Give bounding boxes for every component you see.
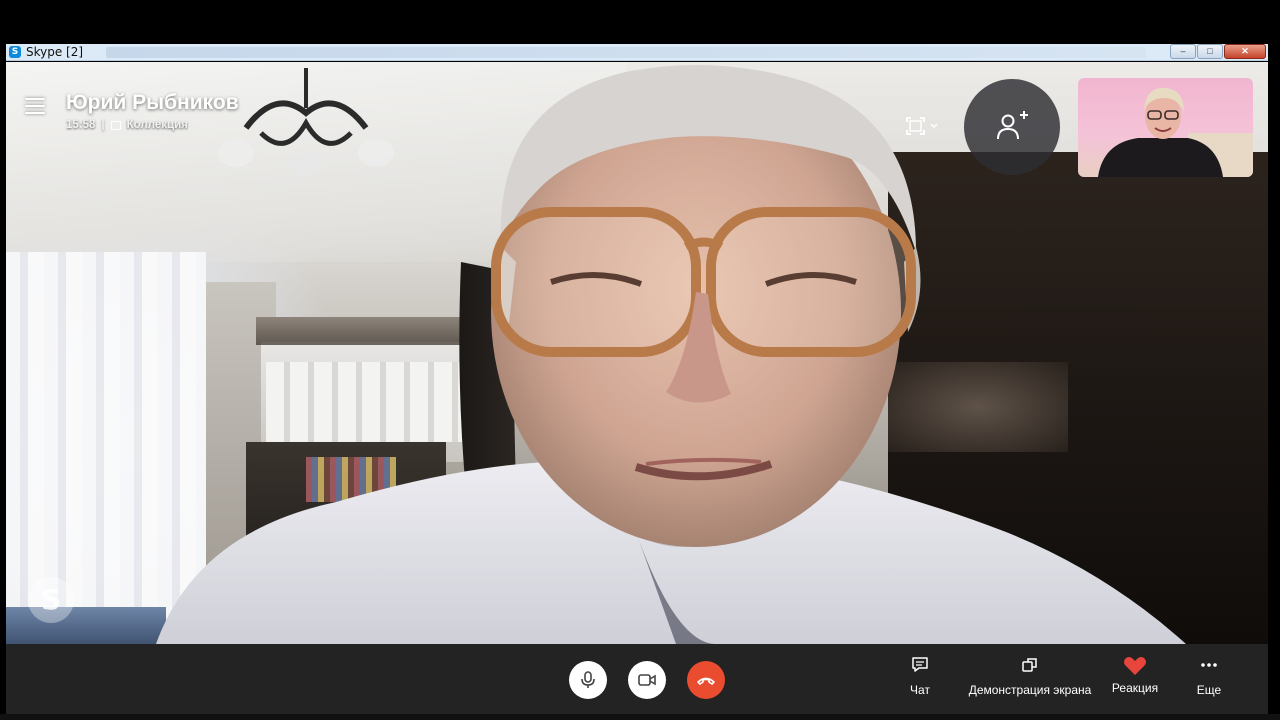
contact-name: Юрий Рыбников — [66, 91, 239, 114]
window-titlebar: S Skype [2] – □ ✕ — [6, 44, 1268, 61]
self-video-preview[interactable] — [1078, 78, 1253, 177]
screen-frame: S Skype [2] – □ ✕ Юрий Рыбников 15:58 | … — [0, 0, 1280, 720]
call-controls-bar: Чат Демонстрация экрана Реакция Еще — [6, 644, 1268, 714]
share-screen-label: Демонстрация экрана — [968, 683, 1092, 697]
sofa — [6, 607, 166, 644]
add-person-icon — [997, 111, 1028, 140]
fullscreen-button[interactable] — [904, 116, 944, 138]
subline-separator: | — [101, 119, 105, 131]
more-label: Еще — [1196, 683, 1222, 697]
background-taskbar-strip — [106, 47, 1146, 58]
add-person-button[interactable] — [964, 79, 1060, 175]
end-call-button[interactable] — [687, 661, 725, 699]
gallery-link[interactable]: Коллекция — [127, 119, 188, 131]
microphone-icon — [581, 671, 595, 688]
self-person — [1098, 87, 1253, 177]
more-button[interactable]: Еще — [1194, 656, 1224, 697]
remote-video-feed: Юрий Рыбников 15:58 | Коллекция S — [6, 62, 1268, 644]
share-screen-icon — [1022, 658, 1037, 672]
end-call-icon — [697, 677, 715, 685]
more-icon — [1201, 663, 1217, 667]
minimize-button[interactable]: – — [1170, 44, 1196, 59]
window-controls: – □ ✕ — [1170, 44, 1266, 60]
maximize-button[interactable]: □ — [1197, 44, 1223, 59]
call-subline: 15:58 | Коллекция — [66, 119, 188, 131]
camera-button[interactable] — [628, 661, 666, 699]
reaction-button[interactable]: Реакция — [1110, 656, 1160, 695]
menu-hamburger-icon[interactable] — [25, 98, 45, 114]
chat-icon — [912, 657, 928, 672]
video-camera-icon — [638, 674, 656, 686]
skype-app-icon: S — [9, 46, 21, 58]
fullscreen-icon — [906, 117, 938, 135]
chat-button[interactable]: Чат — [906, 656, 934, 697]
bottom-border — [0, 714, 1280, 720]
skype-watermark-logo: S — [28, 577, 74, 623]
reaction-label: Реакция — [1111, 681, 1159, 695]
gallery-icon — [110, 120, 121, 130]
share-screen-button[interactable]: Демонстрация экрана — [966, 656, 1094, 697]
close-button[interactable]: ✕ — [1224, 44, 1266, 59]
call-time: 15:58 — [66, 119, 96, 131]
heart-icon — [1124, 657, 1146, 675]
chat-label: Чат — [910, 683, 930, 697]
microphone-button[interactable] — [569, 661, 607, 699]
window-title: Skype [2] — [26, 45, 84, 59]
